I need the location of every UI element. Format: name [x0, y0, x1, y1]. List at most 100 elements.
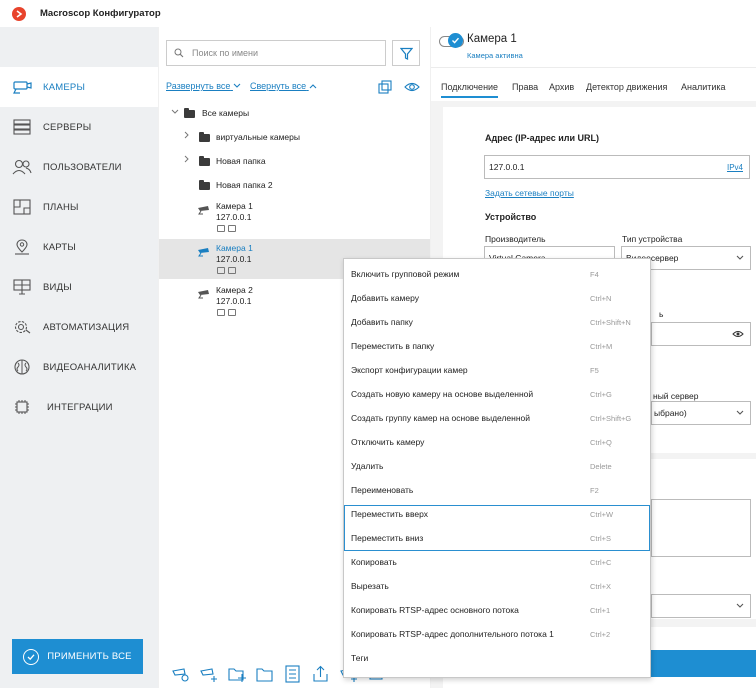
chevron-right-icon	[184, 155, 190, 165]
tree-root-all-cameras[interactable]: Все камеры	[159, 105, 430, 121]
sidebar-item-label: ВИДЕОАНАЛИТИКА	[43, 361, 137, 373]
tab-analytics[interactable]: Аналитика	[681, 82, 726, 92]
menu-item-label: Экспорт конфигурации камер	[351, 365, 468, 375]
tree-folder[interactable]: Новая папка 2	[159, 177, 430, 193]
menu-item-tags[interactable]: Теги	[344, 646, 650, 670]
chip-icon	[12, 399, 32, 415]
sidebar-item-videoanalytics[interactable]: ВИДЕОАНАЛИТИКА	[0, 347, 158, 387]
menu-item-shortcut: Ctrl+Shift+G	[590, 413, 632, 423]
ip-type-link[interactable]: IPv4	[727, 163, 743, 172]
sidebar-item-plans[interactable]: ПЛАНЫ	[0, 187, 158, 227]
menu-item-add-camera[interactable]: Добавить камеру Ctrl+N	[344, 286, 650, 310]
network-ports-link[interactable]: Задать сетевые порты	[485, 188, 574, 198]
sidebar-item-users[interactable]: ПОЛЬЗОВАТЕЛИ	[0, 147, 158, 187]
folder-icon	[199, 156, 210, 166]
option-select[interactable]	[651, 594, 751, 618]
search-icon	[174, 48, 184, 58]
tab-rights[interactable]: Права	[512, 82, 538, 92]
title-bar: Macroscop Конфигуратор	[0, 0, 756, 27]
device-type-label: Тип устройства	[622, 234, 683, 244]
folder-small-icon	[217, 225, 225, 232]
search-camera-icon[interactable]	[171, 665, 191, 683]
camera-header: Камера 1 Камера активна	[431, 27, 756, 67]
menu-item-cut[interactable]: Вырезать Ctrl+X	[344, 574, 650, 598]
camera-status-icons	[217, 267, 236, 274]
collapse-all-link[interactable]: Свернуть все	[250, 81, 317, 91]
move-folder-icon[interactable]	[255, 665, 275, 683]
camera-icon	[197, 289, 211, 299]
address-value: 127.0.0.1	[489, 162, 525, 172]
address-input[interactable]: 127.0.0.1 IPv4	[484, 155, 750, 179]
sidebar-item-cameras[interactable]: КАМЕРЫ	[0, 67, 158, 107]
menu-item-shortcut: Ctrl+Q	[590, 437, 612, 447]
folder-icon	[199, 180, 210, 190]
server-value: ыбрано)	[654, 408, 687, 418]
expand-all-label: Развернуть все	[166, 81, 231, 91]
tree-camera[interactable]: Камера 1 127.0.0.1	[159, 197, 430, 237]
menu-item-copy[interactable]: Копировать Ctrl+C	[344, 550, 650, 574]
sidebar-item-automation[interactable]: АВТОМАТИЗАЦИЯ	[0, 307, 158, 347]
tree-item-label: виртуальные камеры	[216, 132, 300, 142]
menu-item-export-config[interactable]: Экспорт конфигурации камер F5	[344, 358, 650, 382]
sidebar-item-integrations[interactable]: ИНТЕГРАЦИИ	[0, 387, 158, 427]
tree-item-label: Новая папка 2	[216, 180, 273, 190]
menu-item-shortcut: F4	[590, 269, 599, 279]
sidebar-item-views[interactable]: ВИДЫ	[0, 267, 158, 307]
menu-item-label: Копировать RTSP-адрес дополнительного по…	[351, 629, 554, 639]
password-input[interactable]	[651, 322, 751, 346]
add-camera-icon[interactable]	[199, 665, 219, 683]
camera-name: Камера 1	[216, 243, 253, 253]
eye-icon[interactable]	[732, 330, 744, 338]
chevron-down-icon	[736, 603, 744, 608]
sidebar-item-maps[interactable]: КАРТЫ	[0, 227, 158, 267]
tab-motion-detector[interactable]: Детектор движения	[586, 82, 667, 92]
server-select[interactable]: ыбрано)	[651, 401, 751, 425]
menu-item-label: Переименовать	[351, 485, 414, 495]
menu-item-label: Создать группу камер на основе выделенно…	[351, 413, 531, 423]
tabs-bar: Подключение Права Архив Детектор движени…	[431, 67, 756, 101]
tree-folder[interactable]: виртуальные камеры	[159, 129, 430, 145]
menu-item-copy-rtsp-main[interactable]: Копировать RTSP-адрес основного потока Ct…	[344, 598, 650, 622]
tree-folder[interactable]: Новая папка	[159, 153, 430, 169]
storage-icon	[228, 225, 236, 232]
menu-item-disable-camera[interactable]: Отключить камеру Ctrl+Q	[344, 430, 650, 454]
apply-all-button[interactable]: ПРИМЕНИТЬ ВСЕ	[12, 639, 143, 674]
menu-item-create-group[interactable]: Создать группу камер на основе выделенно…	[344, 406, 650, 430]
tree-item-label: Новая папка	[216, 156, 266, 166]
chevron-up-icon	[309, 84, 317, 89]
menu-item-delete[interactable]: Удалить Delete	[344, 454, 650, 478]
copy-layout-icon[interactable]	[377, 79, 393, 95]
menu-item-clone-camera[interactable]: Создать новую камеру на основе выделенно…	[344, 382, 650, 406]
menu-item-group-mode[interactable]: Включить групповой режим F4	[344, 262, 650, 286]
filter-button[interactable]	[392, 40, 420, 66]
tab-connection[interactable]: Подключение	[441, 82, 499, 98]
highlight-box	[344, 505, 650, 551]
menu-item-rename[interactable]: Переименовать F2	[344, 478, 650, 502]
storage-icon	[228, 309, 236, 316]
tab-archive[interactable]: Архив	[549, 82, 574, 92]
sidebar-item-label: ИНТЕГРАЦИИ	[47, 401, 113, 413]
menu-item-shortcut: Ctrl+M	[590, 341, 613, 351]
menu-item-add-folder[interactable]: Добавить папку Ctrl+Shift+N	[344, 310, 650, 334]
camera-title: Камера 1	[467, 33, 517, 45]
menu-item-shortcut: Ctrl+N	[590, 293, 612, 303]
menu-item-shortcut: Ctrl+2	[590, 629, 611, 639]
menu-item-copy-rtsp-sub[interactable]: Копировать RTSP-адрес дополнительного по…	[344, 622, 650, 646]
server-label: ный сервер	[653, 391, 699, 401]
sidebar-item-label: ПОЛЬЗОВАТЕЛИ	[43, 161, 122, 173]
sidebar-item-label: КАМЕРЫ	[43, 81, 86, 93]
textarea-field[interactable]	[651, 499, 751, 557]
menu-item-shortcut: Delete	[590, 461, 612, 471]
apply-bar[interactable]	[650, 650, 756, 677]
add-folder-icon[interactable]	[227, 665, 247, 683]
brain-icon	[12, 359, 32, 375]
export-icon[interactable]	[311, 665, 331, 683]
expand-all-link[interactable]: Развернуть все	[166, 81, 241, 91]
menu-item-move-to-folder[interactable]: Переместить в папку Ctrl+M	[344, 334, 650, 358]
check-icon	[448, 33, 463, 48]
sidebar-item-servers[interactable]: СЕРВЕРЫ	[0, 107, 158, 147]
search-input[interactable]: Поиск по имени	[166, 40, 386, 66]
eye-icon[interactable]	[404, 79, 420, 95]
list-icon[interactable]	[283, 664, 303, 683]
chevron-down-icon	[233, 83, 241, 88]
